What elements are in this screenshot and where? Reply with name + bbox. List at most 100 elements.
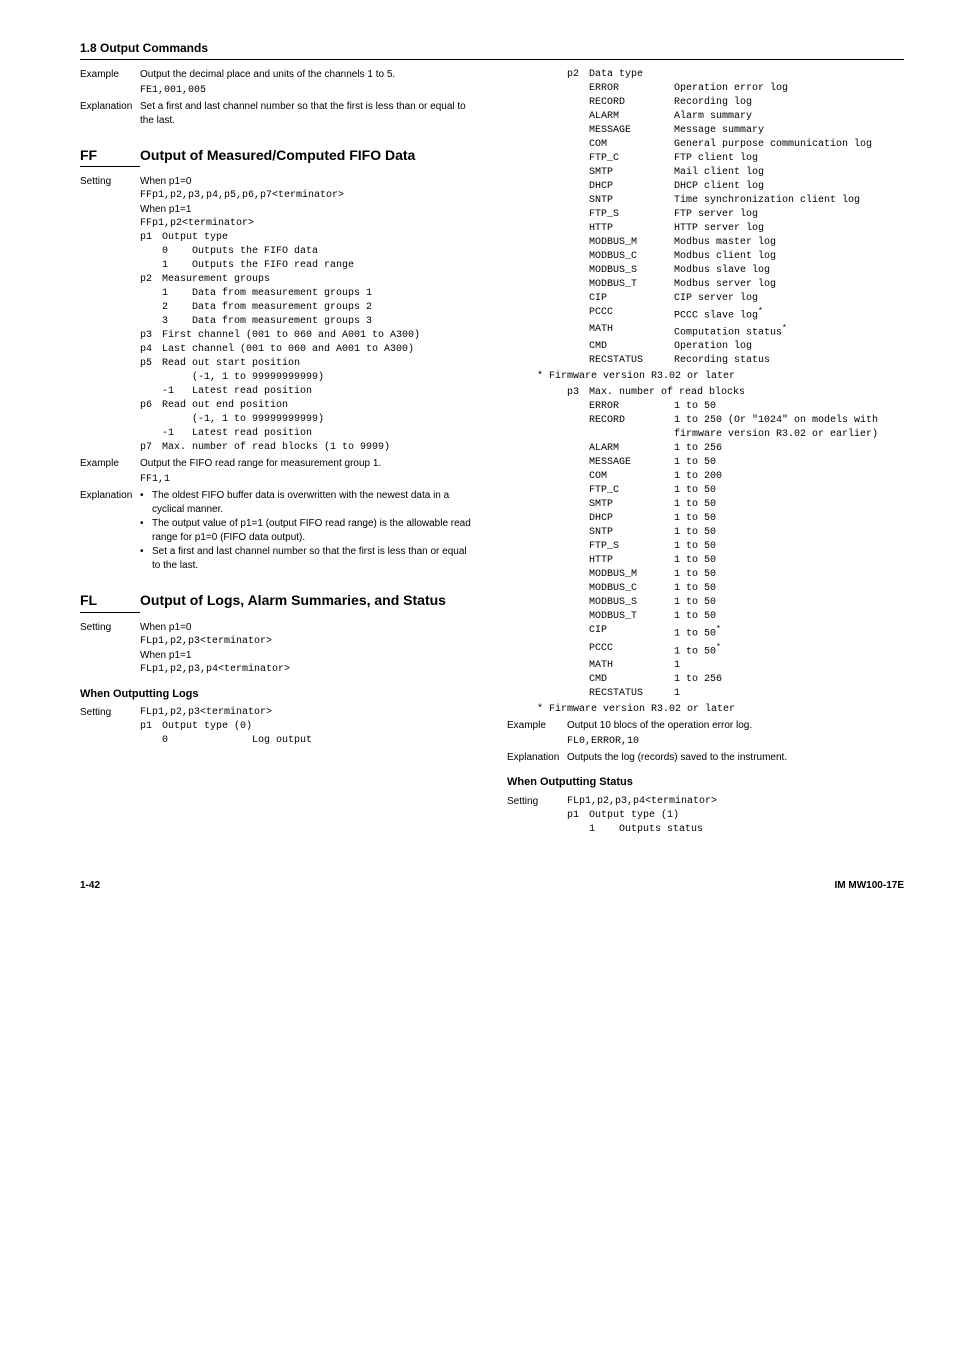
ff-example-text: Output the FIFO read range for measureme… <box>140 457 477 471</box>
status-setting-code: FLp1,p2,p3,p4<terminator> <box>567 795 904 809</box>
kv-row: ERROROperation error log <box>567 82 904 96</box>
explanation-label: Explanation <box>507 751 567 765</box>
kv-row: MATH1 <box>567 659 904 673</box>
kv-row: ALARMAlarm summary <box>567 110 904 124</box>
math-row: MATHComputation status* <box>567 323 904 340</box>
asterisk-icon: * <box>716 625 721 634</box>
status-p1: p1Output type (1) <box>567 809 904 823</box>
when-p1-0: When p1=0 <box>140 175 477 189</box>
ff-explanation-row: Explanation •The oldest FIFO buffer data… <box>80 489 477 573</box>
example-code: FE1,001,005 <box>140 84 477 98</box>
p3-item: p3First channel (001 to 060 and A001 to … <box>140 329 477 343</box>
kv-row: MODBUS_M1 to 50 <box>567 568 904 582</box>
fl-when0: When p1=0 <box>140 621 477 635</box>
kv-row: FTP_C1 to 50 <box>567 484 904 498</box>
kv-row: SNTP1 to 50 <box>567 526 904 540</box>
p6-range: (-1, 1 to 99999999999) <box>140 413 477 427</box>
p3-record: RECORD1 to 250 (Or "1024" on models with… <box>567 414 904 442</box>
p6-item: p6Read out end position <box>140 399 477 413</box>
r-p2: p2Data type <box>567 68 904 82</box>
example-label: Example <box>80 457 140 471</box>
setting-label: Setting <box>80 175 140 455</box>
kv-row: SMTP1 to 50 <box>567 498 904 512</box>
example-label: Example <box>507 719 567 733</box>
asterisk-icon: * <box>758 307 763 316</box>
ff-example-row: Example Output the FIFO read range for m… <box>80 457 477 471</box>
fl-setting2-code: FLp1,p2,p3<terminator> <box>140 706 477 720</box>
kv-row: FTP_CFTP client log <box>567 152 904 166</box>
footnote-1: * Firmware version R3.02 or later <box>507 370 904 384</box>
p1-opt-1: 1Outputs the FIFO read range <box>140 259 477 273</box>
kv-row: MODBUS_S1 to 50 <box>567 596 904 610</box>
kv-row: RECSTATUSRecording status <box>567 354 904 368</box>
p2-opt-1: 1Data from measurement groups 1 <box>140 287 477 301</box>
kv-row: CIPCIP server log <box>567 292 904 306</box>
ff-header: FF Output of Measured/Computed FIFO Data <box>80 146 477 168</box>
kv-row: RECORDRecording log <box>567 96 904 110</box>
fl-title: Output of Logs, Alarm Summaries, and Sta… <box>140 591 477 611</box>
p3-list-3: MATH1CMD1 to 256RECSTATUS1 <box>567 659 904 701</box>
ff-example-code: FF1,1 <box>140 473 477 487</box>
kv-row: DHCPDHCP client log <box>567 180 904 194</box>
page-number: 1-42 <box>80 879 100 893</box>
p5-item: p5Read out start position <box>140 357 477 371</box>
kv-row: MODBUS_TModbus server log <box>567 278 904 292</box>
p6-latest: -1Latest read position <box>140 427 477 441</box>
bullet-3: •Set a first and last channel number so … <box>140 545 477 573</box>
r-example-code: FL0,ERROR,10 <box>567 735 904 749</box>
setting-label: Setting <box>80 621 140 677</box>
status-setting-row: Setting FLp1,p2,p3,p4<terminator> p1Outp… <box>507 795 904 837</box>
fl-when1: When p1=1 <box>140 649 477 663</box>
example-row: Example Output the decimal place and uni… <box>80 68 477 82</box>
r-example-text: Output 10 blocs of the operation error l… <box>567 719 904 733</box>
explanation-label: Explanation <box>80 100 140 128</box>
asterisk-icon: * <box>716 643 721 652</box>
pccc-row: PCCCPCCC slave log* <box>567 306 904 323</box>
data-type-list: ERROROperation error logRECORDRecording … <box>567 82 904 306</box>
p2-opt-3: 3Data from measurement groups 3 <box>140 315 477 329</box>
kv-row: FTP_S1 to 50 <box>567 540 904 554</box>
p5-latest: -1Latest read position <box>140 385 477 399</box>
kv-row: CMD1 to 256 <box>567 673 904 687</box>
example-label: Example <box>80 68 140 82</box>
kv-row: ALARM1 to 256 <box>567 442 904 456</box>
explanation-text: Set a first and last channel number so t… <box>140 100 477 128</box>
columns: Example Output the decimal place and uni… <box>80 68 904 839</box>
setting-label: Setting <box>507 795 567 837</box>
example-code-row: FE1,001,005 <box>80 84 477 98</box>
footnote-2: * Firmware version R3.02 or later <box>507 703 904 717</box>
data-type-list-2: CMDOperation logRECSTATUSRecording statu… <box>567 340 904 368</box>
kv-row: RECSTATUS1 <box>567 687 904 701</box>
kv-row: MODBUS_T1 to 50 <box>567 610 904 624</box>
kv-row: DHCP1 to 50 <box>567 512 904 526</box>
asterisk-icon: * <box>782 324 787 333</box>
ff-code: FF <box>80 146 140 168</box>
status-p1-opt: 1Outputs status <box>567 823 904 837</box>
section-title: 1.8 Output Commands <box>80 40 904 60</box>
r-p2-row: p2Data type ERROROperation error logRECO… <box>507 68 904 369</box>
r-example-row: Example Output 10 blocs of the operation… <box>507 719 904 733</box>
r-explanation-text: Outputs the log (records) saved to the i… <box>567 751 904 765</box>
kv-row: MODBUS_C1 to 50 <box>567 582 904 596</box>
when1-code: FFp1,p2<terminator> <box>140 217 477 231</box>
kv-row: FTP_SFTP server log <box>567 208 904 222</box>
kv-row: MODBUS_SModbus slave log <box>567 264 904 278</box>
fl-code: FL <box>80 591 140 613</box>
p7-item: p7Max. number of read blocks (1 to 9999) <box>140 441 477 455</box>
p3-list-1: ERROR1 to 50 <box>567 400 904 414</box>
r-explanation-row: Explanation Outputs the log (records) sa… <box>507 751 904 765</box>
when0-code: FFp1,p2,p3,p4,p5,p6,p7<terminator> <box>140 189 477 203</box>
example-text: Output the decimal place and units of th… <box>140 68 477 82</box>
bullet-2: •The output value of p1=1 (output FIFO r… <box>140 517 477 545</box>
fl-header: FL Output of Logs, Alarm Summaries, and … <box>80 591 477 613</box>
left-column: Example Output the decimal place and uni… <box>80 68 477 839</box>
r-p3-row: p3Max. number of read blocks ERROR1 to 5… <box>507 386 904 701</box>
kv-row: CMDOperation log <box>567 340 904 354</box>
bullet-1: •The oldest FIFO buffer data is overwrit… <box>140 489 477 517</box>
p2-opt-2: 2Data from measurement groups 2 <box>140 301 477 315</box>
right-column: p2Data type ERROROperation error logRECO… <box>507 68 904 839</box>
p1-opt-0: 0Outputs the FIFO data <box>140 245 477 259</box>
ff-setting-row: Setting When p1=0 FFp1,p2,p3,p4,p5,p6,p7… <box>80 175 477 455</box>
page-footer: 1-42 IM MW100-17E <box>80 879 904 893</box>
kv-row: MODBUS_CModbus client log <box>567 250 904 264</box>
